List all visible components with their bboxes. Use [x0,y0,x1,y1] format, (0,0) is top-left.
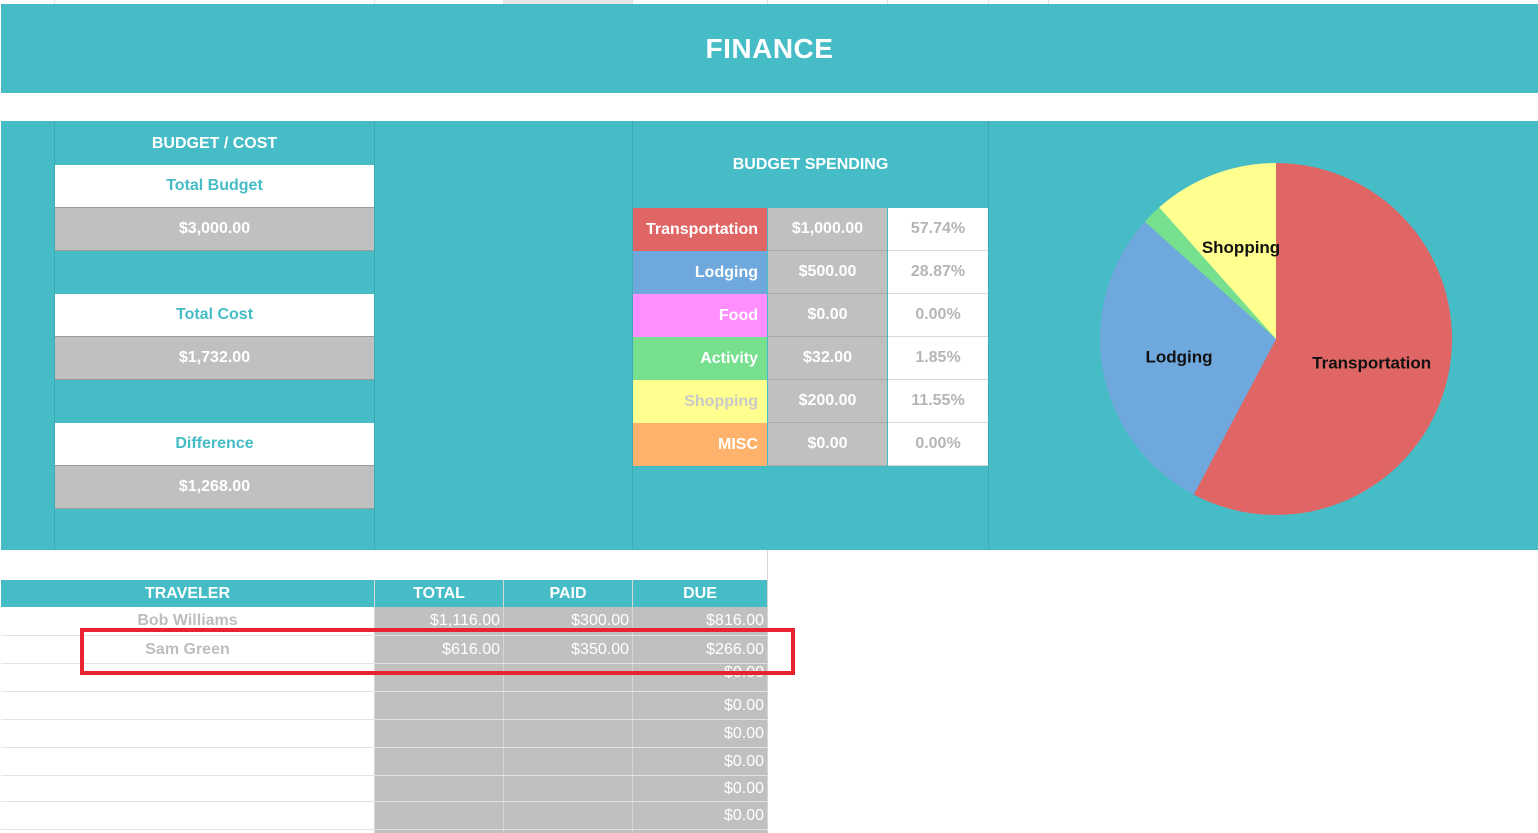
traveler-header[interactable]: TRAVELER [1,580,374,607]
category-cell[interactable]: Food [633,294,767,337]
page-title: FINANCE [705,32,834,64]
category-cell[interactable]: Activity [633,337,767,380]
category-cell[interactable]: MISC [633,423,767,466]
percent-cell[interactable]: 28.87% [888,251,988,294]
highlight-box [80,628,795,675]
total-header[interactable]: TOTAL [375,580,503,607]
amount-cell[interactable]: $32.00 [768,337,887,380]
pie-label-shopping: Shopping [1202,238,1280,257]
total-budget-value[interactable]: $3,000.00 [55,208,374,251]
budget-spending-header: BUDGET SPENDING [732,156,889,173]
percent-cell[interactable]: 1.85% [888,337,988,380]
amount-cell[interactable]: $1,000.00 [768,208,887,251]
category-cell[interactable]: Transportation [633,208,767,251]
budget-pie-chart[interactable]: Transportation Lodging Shopping [1090,155,1470,525]
due-cell[interactable]: $0.00 [633,776,767,801]
percent-cell[interactable]: 0.00% [888,294,988,337]
due-cell[interactable]: $0.00 [633,720,767,747]
budget-cost-header: BUDGET / COST [151,134,278,152]
total-cost-value[interactable]: $1,732.00 [55,337,374,380]
amount-cell[interactable]: $0.00 [768,294,887,337]
total-cost-label[interactable]: Total Cost [55,294,374,337]
difference-label[interactable]: Difference [55,423,374,466]
due-header[interactable]: DUE [633,580,767,607]
pie-slices [1100,163,1452,515]
pie-label-transportation: Transportation [1312,354,1431,373]
due-cell[interactable]: $0.00 [633,692,767,719]
percent-cell[interactable]: 0.00% [888,423,988,466]
amount-cell[interactable]: $200.00 [768,380,887,423]
percent-cell[interactable]: 11.55% [888,380,988,423]
percent-cell[interactable]: 57.74% [888,208,988,251]
amount-cell[interactable]: $500.00 [768,251,887,294]
difference-value[interactable]: $1,268.00 [55,466,374,509]
due-cell[interactable]: $0.00 [633,748,767,775]
pie-label-lodging: Lodging [1145,347,1212,366]
paid-header[interactable]: PAID [504,580,632,607]
due-cell[interactable]: $0.00 [633,802,767,829]
title-banner: FINANCE [1,4,1538,93]
category-cell[interactable]: Lodging [633,251,767,294]
total-budget-label[interactable]: Total Budget [55,165,374,208]
category-cell[interactable]: Shopping [633,380,767,423]
amount-cell[interactable]: $0.00 [768,423,887,466]
